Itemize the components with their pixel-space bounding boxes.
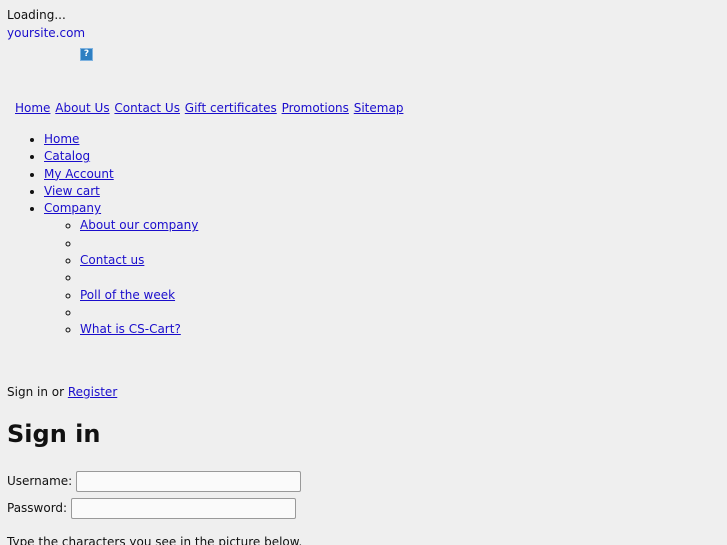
top-navigation: Home About Us Contact Us Gift certificat… [15, 101, 404, 116]
menu-my-account[interactable]: My Account [44, 167, 114, 181]
register-link[interactable]: Register [68, 385, 117, 399]
topnav-about-us[interactable]: About Us [55, 101, 109, 115]
main-menu: Home Catalog My Account View cart Compan… [0, 131, 198, 339]
menu-view-cart[interactable]: View cart [44, 184, 100, 198]
menu-catalog[interactable]: Catalog [44, 149, 90, 163]
password-input[interactable] [71, 498, 297, 519]
submenu-item: Poll of the week [80, 287, 198, 304]
submenu-item: What is CS-Cart? [80, 321, 198, 338]
submenu-item-empty [80, 304, 198, 321]
submenu-item-empty [80, 269, 198, 286]
menu-item: Catalog [44, 148, 198, 165]
topnav-gift-certificates[interactable]: Gift certificates [185, 101, 277, 115]
menu-company[interactable]: Company [44, 201, 101, 215]
submenu-what-is-cs-cart[interactable]: What is CS-Cart? [80, 322, 181, 336]
username-label: Username: [7, 474, 73, 488]
menu-item: Home [44, 131, 198, 148]
page-title: Sign in [7, 420, 101, 448]
signin-breadcrumb: Sign in or Register [7, 385, 117, 400]
company-submenu: About our company Contact us Poll of the… [44, 217, 198, 338]
topnav-home[interactable]: Home [15, 101, 50, 115]
menu-item: View cart [44, 183, 198, 200]
menu-home[interactable]: Home [44, 132, 79, 146]
captcha-hint: Type the characters you see in the pictu… [7, 535, 303, 545]
submenu-item-empty [80, 235, 198, 252]
site-home-link[interactable]: yoursite.com [7, 26, 85, 41]
page: Loading... yoursite.com ? Home About Us … [0, 0, 727, 545]
help-icon[interactable]: ? [80, 48, 93, 61]
submenu-item: Contact us [80, 252, 198, 269]
topnav-promotions[interactable]: Promotions [282, 101, 349, 115]
submenu-item: About our company [80, 217, 198, 234]
username-row: Username: [7, 471, 302, 492]
password-label: Password: [7, 501, 68, 515]
password-row: Password: [7, 498, 297, 519]
menu-item: Company About our company Contact us Pol… [44, 200, 198, 338]
menu-item: My Account [44, 166, 198, 183]
loading-indicator: Loading... [7, 8, 66, 22]
submenu-poll-of-the-week[interactable]: Poll of the week [80, 288, 175, 302]
topnav-contact-us[interactable]: Contact Us [114, 101, 180, 115]
submenu-contact-us[interactable]: Contact us [80, 253, 144, 267]
topnav-sitemap[interactable]: Sitemap [354, 101, 404, 115]
username-input[interactable] [76, 471, 302, 492]
signin-prefix-text: Sign in or [7, 385, 68, 399]
submenu-about-our-company[interactable]: About our company [80, 218, 198, 232]
